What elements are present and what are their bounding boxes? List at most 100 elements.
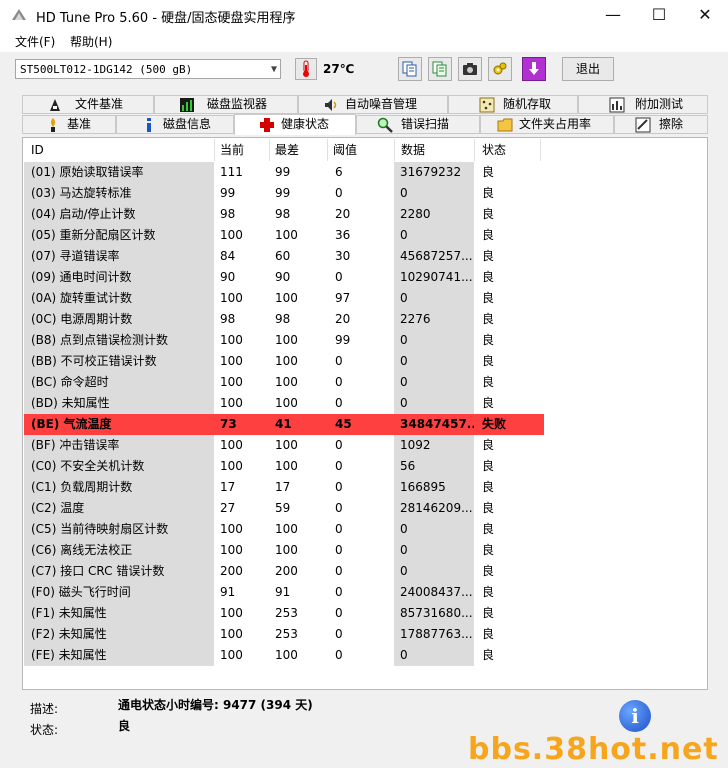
table-row[interactable]: (C7) 接口 CRC 错误计数 200 200 0 0 良 [24, 561, 544, 582]
extra-tests-icon [609, 97, 625, 113]
tab-file-benchmark[interactable]: 文件基准 [22, 95, 154, 114]
header-threshold[interactable]: 阈值 [333, 139, 358, 161]
drive-select[interactable]: ST500LT012-1DG142 (500 gB) ▼ [15, 59, 281, 79]
tab-erase[interactable]: 擦除 [614, 115, 708, 134]
minimize-button[interactable]: — [590, 0, 636, 30]
table-row[interactable]: (01) 原始读取错误率 111 99 6 31679232 良 [24, 162, 544, 183]
cell-data: 0 [394, 330, 474, 351]
tab-health[interactable]: 健康状态 [234, 114, 356, 135]
table-row[interactable]: (C2) 温度 27 59 0 28146209... 良 [24, 498, 544, 519]
table-row[interactable]: (C0) 不安全关机计数 100 100 0 56 良 [24, 456, 544, 477]
cell-id: (C7) 接口 CRC 错误计数 [24, 561, 214, 582]
table-row[interactable]: (C5) 当前待映射扇区计数 100 100 0 0 良 [24, 519, 544, 540]
table-row[interactable]: (05) 重新分配扇区计数 100 100 36 0 良 [24, 225, 544, 246]
cell-worst: 99 [275, 186, 291, 200]
table-row[interactable]: (BF) 冲击错误率 100 100 0 1092 良 [24, 435, 544, 456]
cell-cur: 100 [220, 291, 243, 305]
cell-status: 良 [482, 459, 495, 473]
table-row[interactable]: (C6) 离线无法校正 100 100 0 0 良 [24, 540, 544, 561]
cell-status: 良 [482, 249, 495, 263]
table-row[interactable]: (BD) 未知属性 100 100 0 0 良 [24, 393, 544, 414]
menu-file[interactable]: 文件(F) [15, 33, 55, 50]
table-row[interactable]: (0A) 旋转重试计数 100 100 97 0 良 [24, 288, 544, 309]
copy-icon [402, 61, 417, 77]
header-data[interactable]: 数据 [401, 139, 426, 161]
cell-worst: 100 [275, 228, 298, 242]
download-button[interactable] [522, 57, 546, 81]
maximize-button[interactable]: ☐ [636, 0, 682, 30]
cell-id: (F2) 未知属性 [24, 624, 214, 645]
cell-thr: 0 [335, 585, 343, 599]
cell-worst: 100 [275, 543, 298, 557]
tab-folder-usage[interactable]: 文件夹占用率 [480, 115, 614, 134]
cell-thr: 36 [335, 228, 351, 242]
title-bar: HD Tune Pro 5.60 - 硬盘/固态硬盘实用程序 — ☐ ✕ [0, 0, 728, 31]
cell-id: (BC) 命令超时 [24, 372, 214, 393]
tab-benchmark[interactable]: 基准 [22, 115, 116, 134]
screenshot-button[interactable] [458, 57, 482, 81]
header-status[interactable]: 状态 [482, 139, 507, 161]
table-row[interactable]: (B8) 点到点错误检测计数 100 100 99 0 良 [24, 330, 544, 351]
table-row[interactable]: (04) 启动/停止计数 98 98 20 2280 良 [24, 204, 544, 225]
tab-extra-tests[interactable]: 附加测试 [578, 95, 708, 114]
table-row[interactable]: (F2) 未知属性 100 253 0 17887763... 良 [24, 624, 544, 645]
erase-icon [635, 117, 651, 133]
tab-random-access[interactable]: 随机存取 [448, 95, 578, 114]
tab-label: 随机存取 [503, 97, 552, 111]
table-row[interactable]: (BE) 气流温度 73 41 45 34847457... 失败 [24, 414, 544, 435]
cell-data: 1092 [394, 435, 474, 456]
disk-monitor-icon [180, 98, 194, 112]
cell-thr: 0 [335, 522, 343, 536]
options-button[interactable] [488, 57, 512, 81]
cell-thr: 20 [335, 207, 351, 221]
table-row[interactable]: (BC) 命令超时 100 100 0 0 良 [24, 372, 544, 393]
app-logo-icon [12, 9, 26, 20]
tab-disk-info[interactable]: 磁盘信息 [116, 115, 234, 134]
tab-label: 文件夹占用率 [519, 117, 592, 131]
table-row[interactable]: (07) 寻道错误率 84 60 30 45687257... 良 [24, 246, 544, 267]
cell-status: 良 [482, 186, 495, 200]
table-row[interactable]: (C1) 负载周期计数 17 17 0 166895 良 [24, 477, 544, 498]
tab-label: 磁盘信息 [163, 117, 212, 131]
cell-data: 0 [394, 561, 474, 582]
tab-error-scan[interactable]: 错误扫描 [356, 115, 480, 134]
cell-cur: 100 [220, 627, 243, 641]
header-divider [214, 139, 215, 161]
cell-worst: 98 [275, 207, 291, 221]
cell-id: (C0) 不安全关机计数 [24, 456, 214, 477]
cell-thr: 30 [335, 249, 351, 263]
cell-id: (0A) 旋转重试计数 [24, 288, 214, 309]
header-worst[interactable]: 最差 [275, 139, 300, 161]
table-row[interactable]: (F1) 未知属性 100 253 0 85731680... 良 [24, 603, 544, 624]
drive-select-value: ST500LT012-1DG142 (500 gB) [20, 63, 193, 76]
info-button[interactable]: i [619, 700, 651, 732]
cell-worst: 100 [275, 333, 298, 347]
cell-worst: 91 [275, 585, 291, 599]
window-title: HD Tune Pro 5.60 - 硬盘/固态硬盘实用程序 [36, 11, 296, 26]
cell-cur: 100 [220, 606, 243, 620]
cell-id: (FE) 未知属性 [24, 645, 214, 666]
header-current[interactable]: 当前 [220, 139, 245, 161]
close-button[interactable]: ✕ [682, 0, 728, 30]
exit-button[interactable]: 退出 [562, 57, 614, 81]
cell-worst: 98 [275, 312, 291, 326]
cell-cur: 111 [220, 165, 243, 179]
menu-help[interactable]: 帮助(H) [70, 33, 112, 50]
table-row[interactable]: (0C) 电源周期计数 98 98 20 2276 良 [24, 309, 544, 330]
cell-thr: 0 [335, 648, 343, 662]
table-row[interactable]: (BB) 不可校正错误计数 100 100 0 0 良 [24, 351, 544, 372]
header-id[interactable]: ID [31, 139, 44, 161]
tab-label: 基准 [67, 117, 92, 131]
cell-data: 166895 [394, 477, 474, 498]
table-row[interactable]: (FE) 未知属性 100 100 0 0 良 [24, 645, 544, 666]
cell-worst: 60 [275, 249, 291, 263]
table-row[interactable]: (09) 通电时间计数 90 90 0 10290741... 良 [24, 267, 544, 288]
cell-cur: 100 [220, 375, 243, 389]
copy-button[interactable] [398, 57, 422, 81]
tab-noise-management[interactable]: 自动噪音管理 [298, 95, 448, 114]
table-row[interactable]: (F0) 磁头飞行时间 91 91 0 24008437... 良 [24, 582, 544, 603]
cell-status: 失败 [474, 414, 544, 435]
table-row[interactable]: (03) 马达旋转标准 99 99 0 0 良 [24, 183, 544, 204]
copy-all-button[interactable] [428, 57, 452, 81]
tab-disk-monitor[interactable]: 磁盘监视器 [154, 95, 298, 114]
